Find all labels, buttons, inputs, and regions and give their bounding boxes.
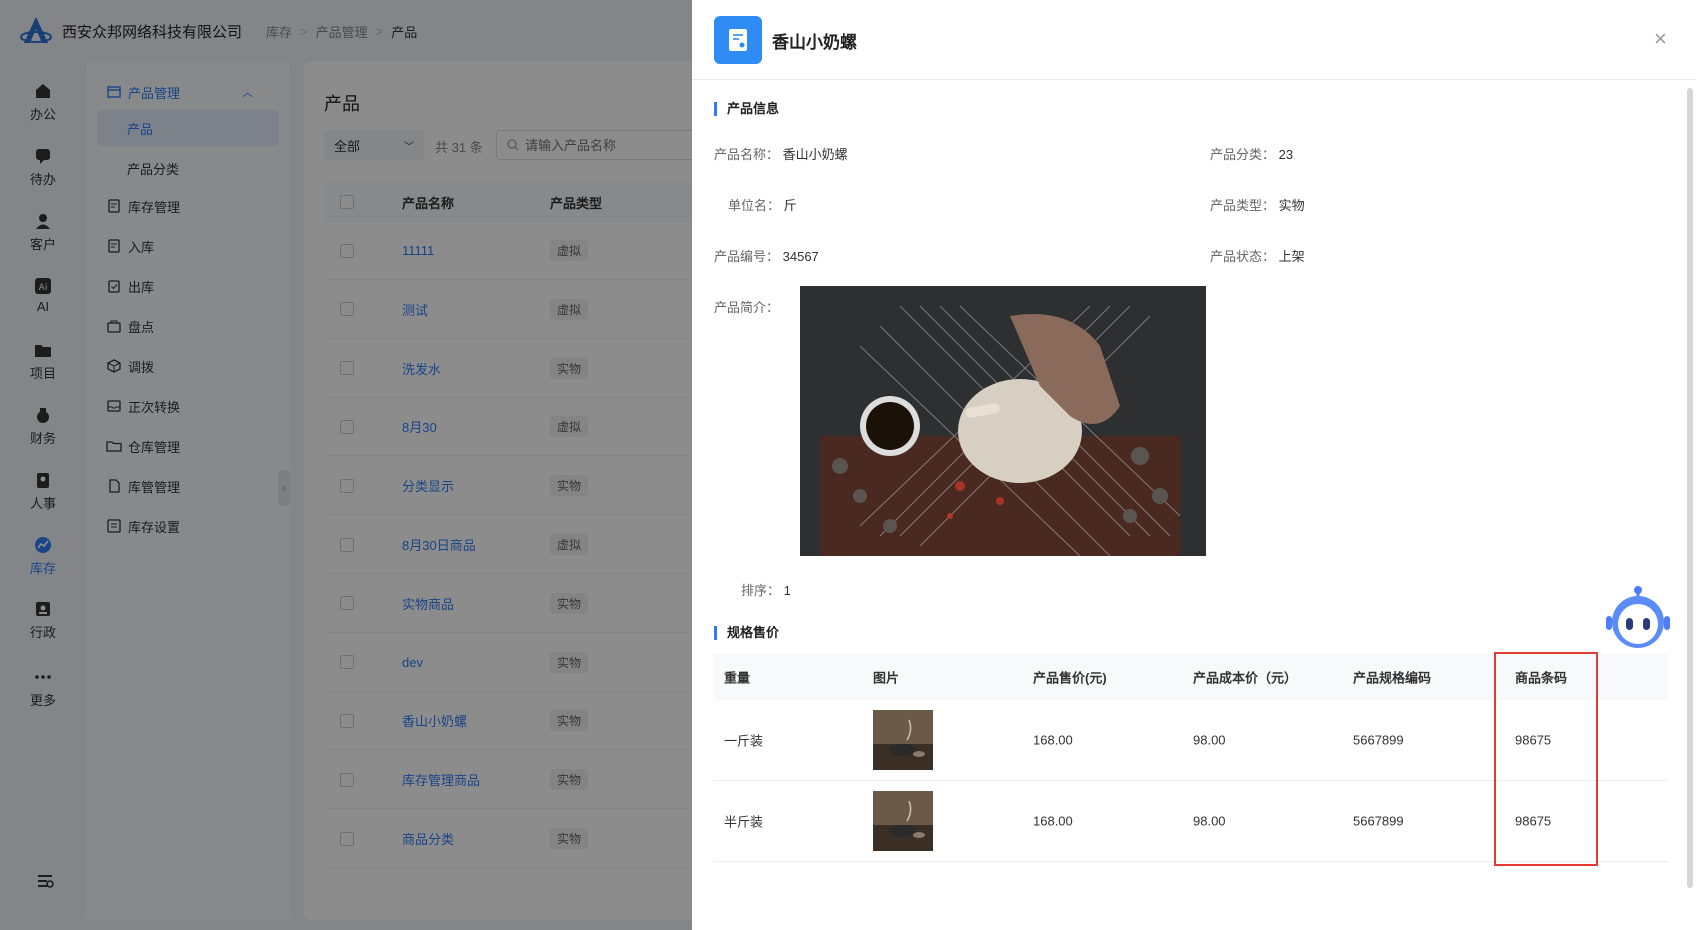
field-value: 34567: [782, 249, 819, 264]
field-label: 产品名称：: [714, 147, 780, 162]
field-value: 实物: [1278, 198, 1305, 213]
robot-assistant-icon[interactable]: [1604, 584, 1672, 652]
barcode-column-highlight: [1494, 652, 1598, 866]
section-title-product-info: 产品信息: [714, 102, 779, 116]
spec-weight: 一斤装: [724, 733, 764, 749]
close-icon[interactable]: ×: [1654, 26, 1667, 52]
drawer-title: 香山小奶螺: [772, 33, 857, 52]
field-product-code: 产品编号： 34567: [714, 246, 819, 265]
drawer-header: 香山小奶螺 ×: [692, 0, 1696, 80]
spec-weight: 半斤装: [724, 814, 764, 830]
field-product-status: 产品状态： 上架: [1210, 246, 1305, 265]
spec-sku-code: 5667899: [1353, 813, 1404, 829]
field-value: 香山小奶螺: [782, 147, 848, 162]
field-product-category: 产品分类： 23: [1210, 144, 1293, 163]
spec-thumbnail-image[interactable]: [873, 710, 933, 770]
field-label: 单位名：: [728, 198, 781, 213]
field-label: 产品编号：: [714, 249, 780, 264]
column-header-weight: 重量: [724, 670, 751, 686]
drawer-scrollbar[interactable]: [1687, 88, 1693, 888]
column-header-image: 图片: [873, 670, 900, 686]
spec-cost: 98.00: [1193, 813, 1226, 829]
field-label: 排序：: [741, 583, 781, 598]
column-header-price: 产品售价(元): [1033, 670, 1107, 686]
product-document-icon: [714, 16, 762, 64]
field-product-name: 产品名称： 香山小奶螺: [714, 144, 848, 163]
field-product-intro: 产品简介：: [714, 297, 779, 316]
product-photo: [800, 286, 1206, 556]
field-label: 产品类型：: [1210, 198, 1276, 213]
field-label: 产品分类：: [1210, 147, 1276, 162]
field-product-type: 产品类型： 实物: [1210, 195, 1305, 214]
field-unit: 单位名： 斤: [728, 195, 797, 214]
section-title-spec-price: 规格售价: [714, 626, 779, 640]
field-value: 1: [783, 583, 791, 598]
column-header-cost: 产品成本价（元）: [1193, 670, 1298, 686]
field-value: 斤: [783, 198, 797, 213]
spec-price: 168.00: [1033, 732, 1073, 748]
spec-sku-code: 5667899: [1353, 732, 1404, 748]
modal-overlay[interactable]: [0, 0, 692, 930]
spec-thumbnail-image[interactable]: [873, 791, 933, 851]
field-value: 23: [1278, 147, 1294, 162]
field-value: 上架: [1278, 249, 1305, 264]
field-label: 产品状态：: [1210, 249, 1276, 264]
column-header-sku: 产品规格编码: [1353, 670, 1432, 686]
field-label: 产品简介：: [714, 300, 780, 315]
spec-price: 168.00: [1033, 813, 1073, 829]
field-sort: 排序： 1: [741, 580, 791, 599]
spec-cost: 98.00: [1193, 732, 1226, 748]
